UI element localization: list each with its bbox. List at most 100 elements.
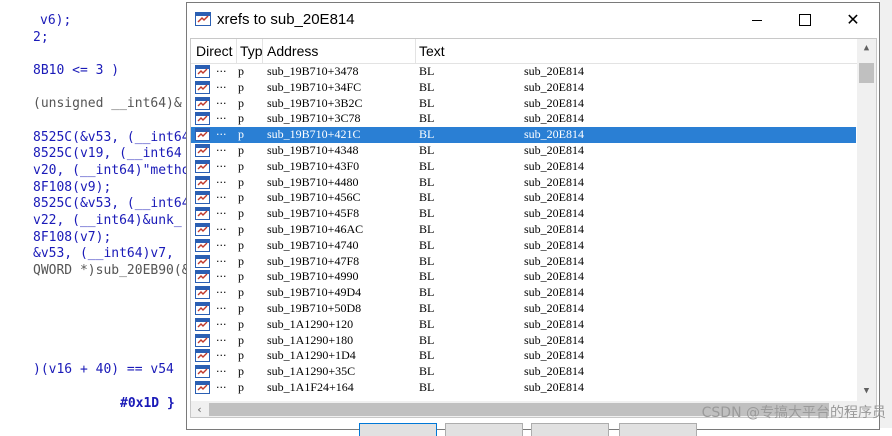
watermark: CSDN @专搞大平台的程序员	[701, 405, 886, 421]
xref-dots: ···	[216, 286, 227, 300]
minimize-button[interactable]	[733, 3, 781, 37]
xref-direction-icon	[195, 223, 210, 236]
xref-dots: ···	[216, 80, 227, 94]
xref-text: BL	[419, 174, 435, 189]
xref-row[interactable]: ··· p sub_19B710+43F0 BL sub_20E814	[191, 159, 856, 175]
xref-target: sub_20E814	[524, 79, 584, 94]
xref-row[interactable]: ··· p sub_19B710+47F8 BL sub_20E814	[191, 254, 856, 270]
xref-type: p	[238, 364, 244, 379]
xref-direction-icon	[195, 254, 210, 268]
xref-row[interactable]: ··· p sub_19B710+4990 BL sub_20E814	[191, 269, 856, 285]
xref-row[interactable]: ··· p sub_19B710+34FC BL sub_20E814	[191, 80, 856, 96]
xref-target: sub_20E814	[524, 174, 584, 189]
cancel-button[interactable]	[445, 423, 523, 436]
xref-text: BL	[419, 127, 435, 142]
xref-type: p	[238, 127, 244, 142]
xref-target: sub_20E814	[524, 285, 584, 300]
xref-direction-icon	[195, 270, 210, 284]
xref-row[interactable]: ··· p sub_19B710+4480 BL sub_20E814	[191, 175, 856, 191]
xref-row[interactable]: ··· p sub_1A1290+180 BL sub_20E814	[191, 333, 856, 349]
xref-address: sub_19B710+3C78	[267, 111, 361, 126]
xref-target: sub_20E814	[524, 332, 584, 347]
column-header-type[interactable]: Typ	[240, 43, 263, 59]
code-line: 8F108(v9);	[33, 180, 112, 195]
xref-row[interactable]: ··· p sub_19B710+46AC BL sub_20E814	[191, 222, 856, 238]
help-button[interactable]	[619, 423, 697, 436]
scroll-up-icon[interactable]: ▲	[857, 39, 876, 56]
xref-text: BL	[419, 380, 435, 394]
xref-direction-icon	[195, 349, 210, 363]
xref-text: BL	[419, 285, 435, 300]
xref-row[interactable]: ··· p sub_1A1290+120 BL sub_20E814	[191, 317, 856, 333]
xref-row[interactable]: ··· p sub_19B710+3B2C BL sub_20E814	[191, 96, 856, 112]
xref-address: sub_1A1290+180	[267, 332, 354, 347]
xref-dots: ···	[216, 144, 227, 157]
xref-row[interactable]: ··· p sub_19B710+456C BL sub_20E814	[191, 190, 856, 206]
xref-dots: ···	[216, 191, 227, 205]
xref-dots: ···	[216, 175, 227, 189]
xref-direction-icon	[195, 80, 210, 94]
xref-row[interactable]: ··· p sub_19B710+3C78 BL sub_20E814	[191, 111, 856, 127]
xref-target: sub_20E814	[524, 206, 584, 221]
xref-text: BL	[419, 253, 435, 268]
column-header-text[interactable]: Text	[419, 43, 445, 59]
xref-address: sub_1A1290+35C	[267, 364, 356, 379]
xref-direction-icon	[195, 381, 210, 394]
search-button[interactable]	[531, 423, 609, 436]
xref-type: p	[238, 174, 244, 189]
xref-direction-icon	[195, 175, 210, 189]
scroll-down-icon[interactable]: ▼	[857, 382, 876, 399]
xref-direction-icon	[195, 144, 210, 157]
xref-dots: ···	[216, 349, 227, 363]
ok-button[interactable]	[359, 423, 437, 436]
xrefs-window-icon	[195, 12, 211, 26]
xrefs-list[interactable]: Direct Typ Address Text ··· p sub_19B710+3…	[190, 38, 877, 418]
xref-text: BL	[419, 111, 435, 126]
xref-row[interactable]: ··· p sub_19B710+45F8 BL sub_20E814	[191, 206, 856, 222]
xref-row[interactable]: ··· p sub_1A1F24+164 BL sub_20E814	[191, 380, 856, 396]
xref-type: p	[238, 332, 244, 347]
column-header-address[interactable]: Address	[267, 43, 318, 59]
xref-dots: ···	[216, 270, 227, 284]
xref-dots: ···	[216, 96, 227, 110]
xref-dots: ···	[216, 254, 227, 268]
xref-row[interactable]: ··· p sub_19B710+50D8 BL sub_20E814	[191, 301, 856, 317]
xref-target: sub_20E814	[524, 380, 584, 394]
xref-direction-icon	[195, 159, 210, 173]
xref-dots: ···	[216, 302, 227, 315]
xref-row[interactable]: ··· p sub_19B710+3478 BL sub_20E814	[191, 64, 856, 80]
xref-dots: ···	[216, 128, 227, 142]
xref-row[interactable]: ··· p sub_19B710+49D4 BL sub_20E814	[191, 285, 856, 301]
xref-target: sub_20E814	[524, 364, 584, 379]
maximize-button[interactable]	[781, 3, 829, 37]
xref-row[interactable]: ··· p sub_1A1290+1D4 BL sub_20E814	[191, 348, 856, 364]
xref-dots: ···	[216, 223, 227, 236]
xref-row[interactable]: ··· p sub_1A1290+35C BL sub_20E814	[191, 364, 856, 380]
column-divider[interactable]	[262, 39, 263, 63]
xref-row[interactable]: ··· p sub_19B710+4348 BL sub_20E814	[191, 143, 856, 159]
xref-type: p	[238, 237, 244, 252]
xref-type: p	[238, 222, 244, 236]
xref-text: BL	[419, 158, 435, 173]
vertical-scrollbar[interactable]: ▲ ▼	[857, 39, 876, 401]
close-icon: ✕	[846, 10, 860, 29]
minimize-icon	[752, 19, 762, 21]
code-line: #0x1D }	[120, 396, 175, 411]
xref-dots: ···	[216, 333, 227, 347]
xref-direction-icon	[195, 238, 210, 252]
close-button[interactable]: ✕	[829, 3, 877, 37]
vertical-scroll-thumb[interactable]	[859, 63, 874, 83]
xref-target: sub_20E814	[524, 316, 584, 331]
column-header-direction[interactable]: Direct	[196, 43, 233, 59]
xref-row[interactable]: ··· p sub_19B710+4740 BL sub_20E814	[191, 238, 856, 254]
dialog-title: xrefs to sub_20E814	[217, 11, 355, 28]
xref-text: BL	[419, 64, 435, 78]
column-divider[interactable]	[236, 39, 237, 63]
title-bar[interactable]: xrefs to sub_20E814 ✕	[187, 3, 879, 37]
xref-text: BL	[419, 237, 435, 252]
xref-dots: ···	[216, 207, 227, 221]
scroll-left-icon[interactable]: ‹	[191, 401, 208, 417]
column-divider[interactable]	[415, 39, 416, 63]
xref-row[interactable]: ··· p sub_19B710+421C BL sub_20E814	[191, 127, 856, 143]
xref-type: p	[238, 316, 244, 331]
